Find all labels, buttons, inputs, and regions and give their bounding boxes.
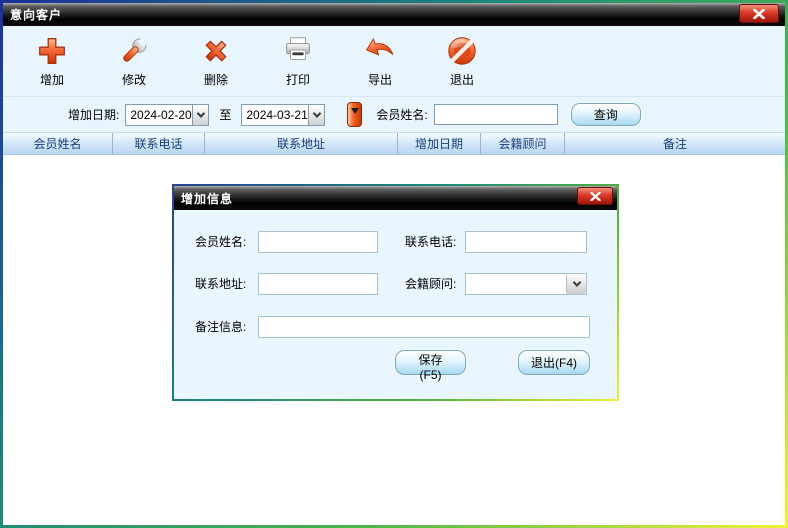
date-from-dropdown-button[interactable] — [192, 105, 209, 125]
dialog-titlebar[interactable]: 增加信息 — [174, 186, 617, 210]
printer-icon — [281, 34, 315, 68]
date-options-button[interactable] — [347, 102, 362, 127]
column-header-address[interactable]: 联系地址 — [205, 133, 398, 154]
toolbar-button-exit[interactable]: 退出 — [421, 30, 503, 92]
column-header-add-date[interactable]: 增加日期 — [398, 133, 481, 154]
toolbar-button-export[interactable]: 导出 — [339, 30, 421, 92]
column-header-phone[interactable]: 联系电话 — [113, 133, 205, 154]
toolbar-label-edit: 修改 — [122, 71, 146, 88]
toolbar-label-print: 打印 — [286, 71, 310, 88]
toolbar-button-edit[interactable]: 修改 — [93, 30, 175, 92]
date-to-separator-label: 至 — [219, 106, 231, 123]
close-icon — [590, 192, 601, 201]
member-name-search-input[interactable] — [434, 104, 558, 125]
dialog-title: 增加信息 — [181, 190, 233, 207]
dialog-consultant-dropdown-button[interactable] — [566, 274, 586, 294]
date-range-label: 增加日期: — [68, 106, 119, 123]
column-header-member-name[interactable]: 会员姓名 — [3, 133, 113, 154]
dialog-close-button[interactable] — [577, 187, 613, 205]
dialog-consultant-label: 会籍顾问: — [405, 273, 456, 295]
add-plus-icon — [35, 34, 69, 68]
date-to-combo[interactable]: 2024-03-21 — [241, 104, 325, 126]
add-info-dialog: 增加信息 会员姓名: 联系电话: 联系地址: 会籍顾问: 备注信息: 保存(F5… — [172, 184, 619, 401]
toolbar-button-add[interactable]: 增加 — [11, 30, 93, 92]
member-name-label: 会员姓名: — [376, 106, 427, 123]
chevron-down-icon — [312, 109, 320, 117]
exit-block-icon — [445, 34, 479, 68]
toolbar-label-delete: 删除 — [204, 71, 228, 88]
window-title: 意向客户 — [10, 6, 62, 23]
toolbar: 增加 修改 删除 — [3, 26, 785, 97]
wrench-icon — [117, 34, 151, 68]
date-from-value: 2024-02-20 — [126, 108, 191, 122]
dialog-save-button[interactable]: 保存(F5) — [395, 350, 466, 375]
close-icon — [753, 9, 765, 19]
date-to-dropdown-button[interactable] — [308, 105, 325, 125]
triangle-down-icon — [351, 108, 359, 114]
dialog-consultant-combo[interactable] — [465, 273, 587, 295]
date-to-value: 2024-03-21 — [242, 108, 307, 122]
dialog-address-label: 联系地址: — [195, 273, 246, 295]
toolbar-label-add: 增加 — [40, 71, 64, 88]
app-window: 意向客户 增加 — [0, 0, 788, 528]
export-arrow-icon — [363, 34, 397, 68]
dialog-phone-label: 联系电话: — [405, 231, 456, 253]
grid-header: 会员姓名 联系电话 联系地址 增加日期 会籍顾问 备注 — [3, 133, 785, 155]
dialog-body: 会员姓名: 联系电话: 联系地址: 会籍顾问: 备注信息: 保存(F5) 退出(… — [174, 210, 617, 399]
dialog-member-name-input[interactable] — [258, 231, 378, 253]
filter-bar: 增加日期: 2024-02-20 至 2024-03-21 会员姓名: 查询 — [3, 97, 785, 133]
dialog-remark-input[interactable] — [258, 316, 590, 338]
toolbar-label-export: 导出 — [368, 71, 392, 88]
dialog-consultant-value — [466, 274, 566, 294]
search-button[interactable]: 查询 — [571, 103, 641, 126]
window-titlebar[interactable]: 意向客户 — [3, 3, 785, 26]
date-from-combo[interactable]: 2024-02-20 — [125, 104, 209, 126]
delete-x-icon — [199, 34, 233, 68]
toolbar-button-print[interactable]: 打印 — [257, 30, 339, 92]
window-close-button[interactable] — [739, 4, 779, 23]
dialog-phone-input[interactable] — [465, 231, 587, 253]
toolbar-button-delete[interactable]: 删除 — [175, 30, 257, 92]
dialog-exit-button[interactable]: 退出(F4) — [518, 350, 590, 375]
dialog-address-input[interactable] — [258, 273, 378, 295]
toolbar-label-exit: 退出 — [450, 71, 474, 88]
dialog-remark-label: 备注信息: — [195, 316, 246, 338]
dialog-member-name-label: 会员姓名: — [195, 231, 246, 253]
chevron-down-icon — [196, 109, 204, 117]
column-header-consultant[interactable]: 会籍顾问 — [481, 133, 565, 154]
column-header-remark[interactable]: 备注 — [565, 133, 785, 154]
chevron-down-icon — [572, 278, 580, 286]
